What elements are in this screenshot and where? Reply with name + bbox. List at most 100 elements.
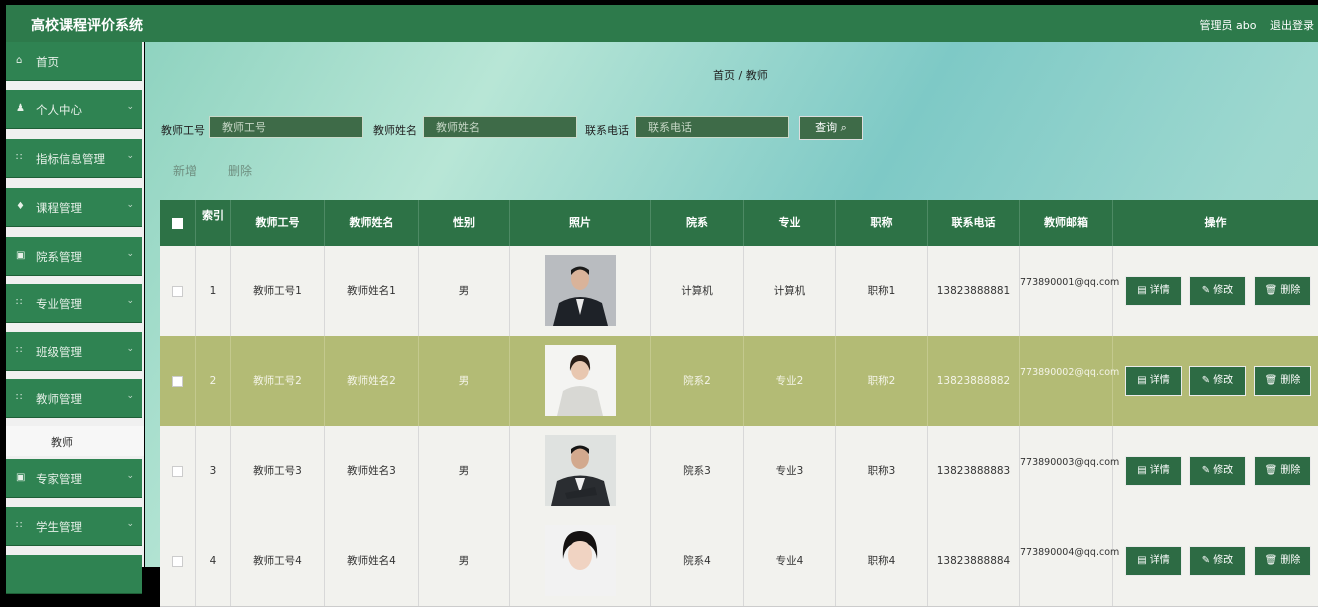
col-title: 职称 xyxy=(836,200,928,246)
detail-button[interactable]: ▤ 详情 xyxy=(1125,546,1182,576)
cell-teacher-no: 教师工号1 xyxy=(231,246,325,336)
row-checkbox[interactable] xyxy=(172,375,183,387)
cell-phone: 13823888883 xyxy=(928,426,1020,516)
cell-photo xyxy=(510,426,651,516)
cell-teacher-name: 教师姓名4 xyxy=(325,516,419,606)
edit-icon: ✎ xyxy=(1201,555,1211,566)
detail-icon: ▤ xyxy=(1137,285,1147,296)
sidebar-item-label: 院系管理 xyxy=(36,250,82,264)
teacher-name-label: 教师姓名 xyxy=(373,124,417,137)
sidebar-item-department-management[interactable]: ▣ 院系管理 ⌄ xyxy=(6,237,142,276)
select-all-checkbox[interactable] xyxy=(172,217,183,229)
cell-department: 计算机 xyxy=(651,246,744,336)
sidebar-subitem-teacher[interactable]: 教师 xyxy=(6,426,144,456)
chevron-down-icon: ⌄ xyxy=(126,102,134,112)
sidebar-item-indicator-management[interactable]: ∷ 指标信息管理 ⌄ xyxy=(6,139,142,178)
sidebar-item-more[interactable] xyxy=(6,555,142,594)
breadcrumb: 首页 / 教师 xyxy=(713,69,768,82)
sidebar-item-student-management[interactable]: ∷ 学生管理 ⌄ xyxy=(6,507,142,546)
cell-gender: 男 xyxy=(419,246,510,336)
col-major: 专业 xyxy=(744,200,836,246)
sidebar-item-label: 专家管理 xyxy=(36,472,82,486)
detail-button[interactable]: ▤ 详情 xyxy=(1125,276,1182,306)
table-row: 1 教师工号1 教师姓名1 男 计算机 计算机 职称1 13823888881 … xyxy=(160,246,1318,337)
edit-icon: ✎ xyxy=(1201,375,1211,386)
cell-index: 2 xyxy=(196,336,231,426)
sidebar-item-class-management[interactable]: ∷ 班级管理 ⌄ xyxy=(6,332,142,371)
cell-teacher-no: 教师工号2 xyxy=(231,336,325,426)
sidebar-item-label: 首页 xyxy=(36,55,59,69)
sidebar-item-expert-management[interactable]: ▣ 专家管理 ⌄ xyxy=(6,459,142,498)
edit-button[interactable]: ✎ 修改 xyxy=(1189,276,1246,306)
teacher-photo xyxy=(545,525,616,596)
sidebar-item-label: 个人中心 xyxy=(36,103,82,117)
search-button[interactable]: 查询 ⌕ xyxy=(799,116,863,140)
cell-phone: 13823888884 xyxy=(928,516,1020,606)
teacher-photo xyxy=(545,435,616,506)
edit-button[interactable]: ✎ 修改 xyxy=(1189,366,1246,396)
sidebar-item-personal-center[interactable]: ♟ 个人中心 ⌄ xyxy=(6,90,142,129)
chevron-down-icon: ⌄ xyxy=(126,391,134,401)
detail-button[interactable]: ▤ 详情 xyxy=(1125,456,1182,486)
cell-actions: ▤ 详情 ✎ 修改 🗑 删除 xyxy=(1113,516,1318,606)
detail-button[interactable]: ▤ 详情 xyxy=(1125,366,1182,396)
row-checkbox[interactable] xyxy=(172,555,183,567)
grid-icon: ∷ xyxy=(16,392,23,403)
chevron-down-icon: ⌄ xyxy=(126,519,134,529)
batch-delete-button[interactable]: 删除 xyxy=(228,162,252,179)
cell-email: 773890002@qq.com xyxy=(1020,336,1119,426)
sidebar-item-label: 学生管理 xyxy=(36,520,82,534)
sidebar-subitem-label: 教师 xyxy=(51,436,73,449)
add-button[interactable]: 新增 xyxy=(173,162,197,179)
cell-title: 职称4 xyxy=(836,516,928,606)
main-content: 首页 / 教师 教师工号 教师工号 教师姓名 教师姓名 联系电话 联系电话 查询… xyxy=(145,42,1318,607)
delete-button[interactable]: 🗑 删除 xyxy=(1254,456,1311,486)
row-checkbox-cell[interactable] xyxy=(160,516,196,606)
delete-button[interactable]: 🗑 删除 xyxy=(1254,276,1311,306)
col-teacher-name: 教师姓名 xyxy=(325,200,419,246)
sidebar-item-major-management[interactable]: ∷ 专业管理 ⌄ xyxy=(6,284,142,323)
sidebar-item-teacher-management[interactable]: ∷ 教师管理 ⌄ xyxy=(6,379,142,418)
user-icon: ♟ xyxy=(16,103,25,114)
delete-button[interactable]: 🗑 删除 xyxy=(1254,546,1311,576)
delete-button[interactable]: 🗑 删除 xyxy=(1254,366,1311,396)
edit-button[interactable]: ✎ 修改 xyxy=(1189,456,1246,486)
cell-gender: 男 xyxy=(419,426,510,516)
sidebar-item-home[interactable]: ⌂ 首页 xyxy=(6,42,142,81)
logout-link[interactable]: 退出登录 xyxy=(1270,19,1314,32)
chevron-down-icon: ⌄ xyxy=(126,249,134,259)
sidebar-item-course-management[interactable]: ♦ 课程管理 ⌄ xyxy=(6,188,142,227)
cell-index: 3 xyxy=(196,426,231,516)
cell-photo xyxy=(510,246,651,336)
cell-major: 专业4 xyxy=(744,516,836,606)
cell-gender: 男 xyxy=(419,336,510,426)
cell-photo xyxy=(510,516,651,606)
edit-button[interactable]: ✎ 修改 xyxy=(1189,546,1246,576)
row-checkbox[interactable] xyxy=(172,285,183,297)
teacher-name-input[interactable]: 教师姓名 xyxy=(423,116,577,138)
row-checkbox-cell[interactable] xyxy=(160,246,196,336)
col-teacher-no: 教师工号 xyxy=(231,200,325,246)
sidebar-item-label: 指标信息管理 xyxy=(36,152,105,166)
cell-actions: ▤ 详情 ✎ 修改 🗑 删除 xyxy=(1113,246,1318,336)
row-checkbox[interactable] xyxy=(172,465,183,477)
cell-major: 专业3 xyxy=(744,426,836,516)
cell-title: 职称2 xyxy=(836,336,928,426)
cell-email: 773890003@qq.com xyxy=(1020,426,1119,516)
chevron-down-icon: ⌄ xyxy=(126,344,134,354)
select-all-header[interactable] xyxy=(160,200,196,246)
row-checkbox-cell[interactable] xyxy=(160,336,196,426)
cell-index: 1 xyxy=(196,246,231,336)
grid-icon: ∷ xyxy=(16,152,23,163)
sidebar-item-label: 专业管理 xyxy=(36,297,82,311)
row-checkbox-cell[interactable] xyxy=(160,426,196,516)
cell-department: 院系3 xyxy=(651,426,744,516)
teacher-photo xyxy=(545,345,616,416)
cell-title: 职称3 xyxy=(836,426,928,516)
teacher-no-input[interactable]: 教师工号 xyxy=(209,116,363,138)
phone-label: 联系电话 xyxy=(585,124,629,137)
phone-input[interactable]: 联系电话 xyxy=(635,116,789,138)
cell-actions: ▤ 详情 ✎ 修改 🗑 删除 xyxy=(1113,336,1318,426)
col-phone: 联系电话 xyxy=(928,200,1020,246)
trash-icon: 🗑 xyxy=(1264,465,1278,476)
